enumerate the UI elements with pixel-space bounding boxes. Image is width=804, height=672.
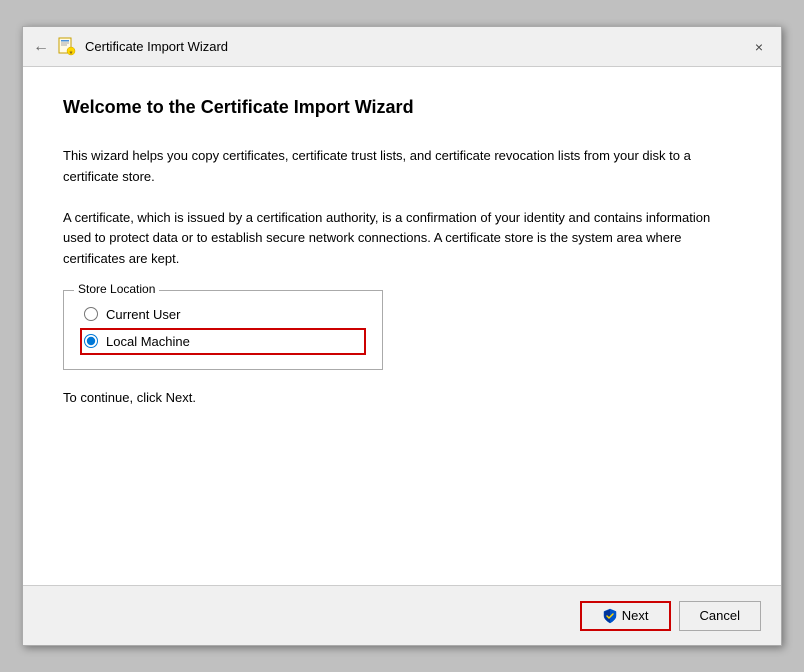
dialog-window: ← ★ Certificate Import Wizard × Welcome … <box>22 26 782 646</box>
radio-option-current-user[interactable]: Current User <box>80 301 366 328</box>
main-content: Welcome to the Certificate Import Wizard… <box>23 67 781 585</box>
back-button[interactable]: ← <box>33 38 49 56</box>
window-title: Certificate Import Wizard <box>85 39 228 54</box>
description-paragraph-2: A certificate, which is issued by a cert… <box>63 208 741 270</box>
store-location-group: Store Location Current User Local Machin… <box>63 290 383 370</box>
titlebar-left: ← ★ Certificate Import Wizard <box>33 37 228 57</box>
description-paragraph-1: This wizard helps you copy certificates,… <box>63 146 741 188</box>
shield-icon <box>602 608 618 624</box>
radio-option-local-machine[interactable]: Local Machine <box>80 328 366 355</box>
close-button[interactable]: × <box>747 35 771 59</box>
continue-text: To continue, click Next. <box>63 390 741 405</box>
footer: Next Cancel <box>23 585 781 645</box>
wizard-icon: ★ <box>57 37 77 57</box>
cancel-button[interactable]: Cancel <box>679 601 761 631</box>
page-title: Welcome to the Certificate Import Wizard <box>63 97 741 118</box>
current-user-label: Current User <box>106 307 180 322</box>
cancel-label: Cancel <box>700 608 740 623</box>
next-button[interactable]: Next <box>580 601 671 631</box>
local-machine-radio[interactable] <box>84 334 98 348</box>
store-location-legend: Store Location <box>74 282 159 296</box>
next-label: Next <box>622 608 649 623</box>
titlebar: ← ★ Certificate Import Wizard × <box>23 27 781 67</box>
local-machine-label: Local Machine <box>106 334 190 349</box>
svg-text:★: ★ <box>69 50 74 56</box>
current-user-radio[interactable] <box>84 307 98 321</box>
